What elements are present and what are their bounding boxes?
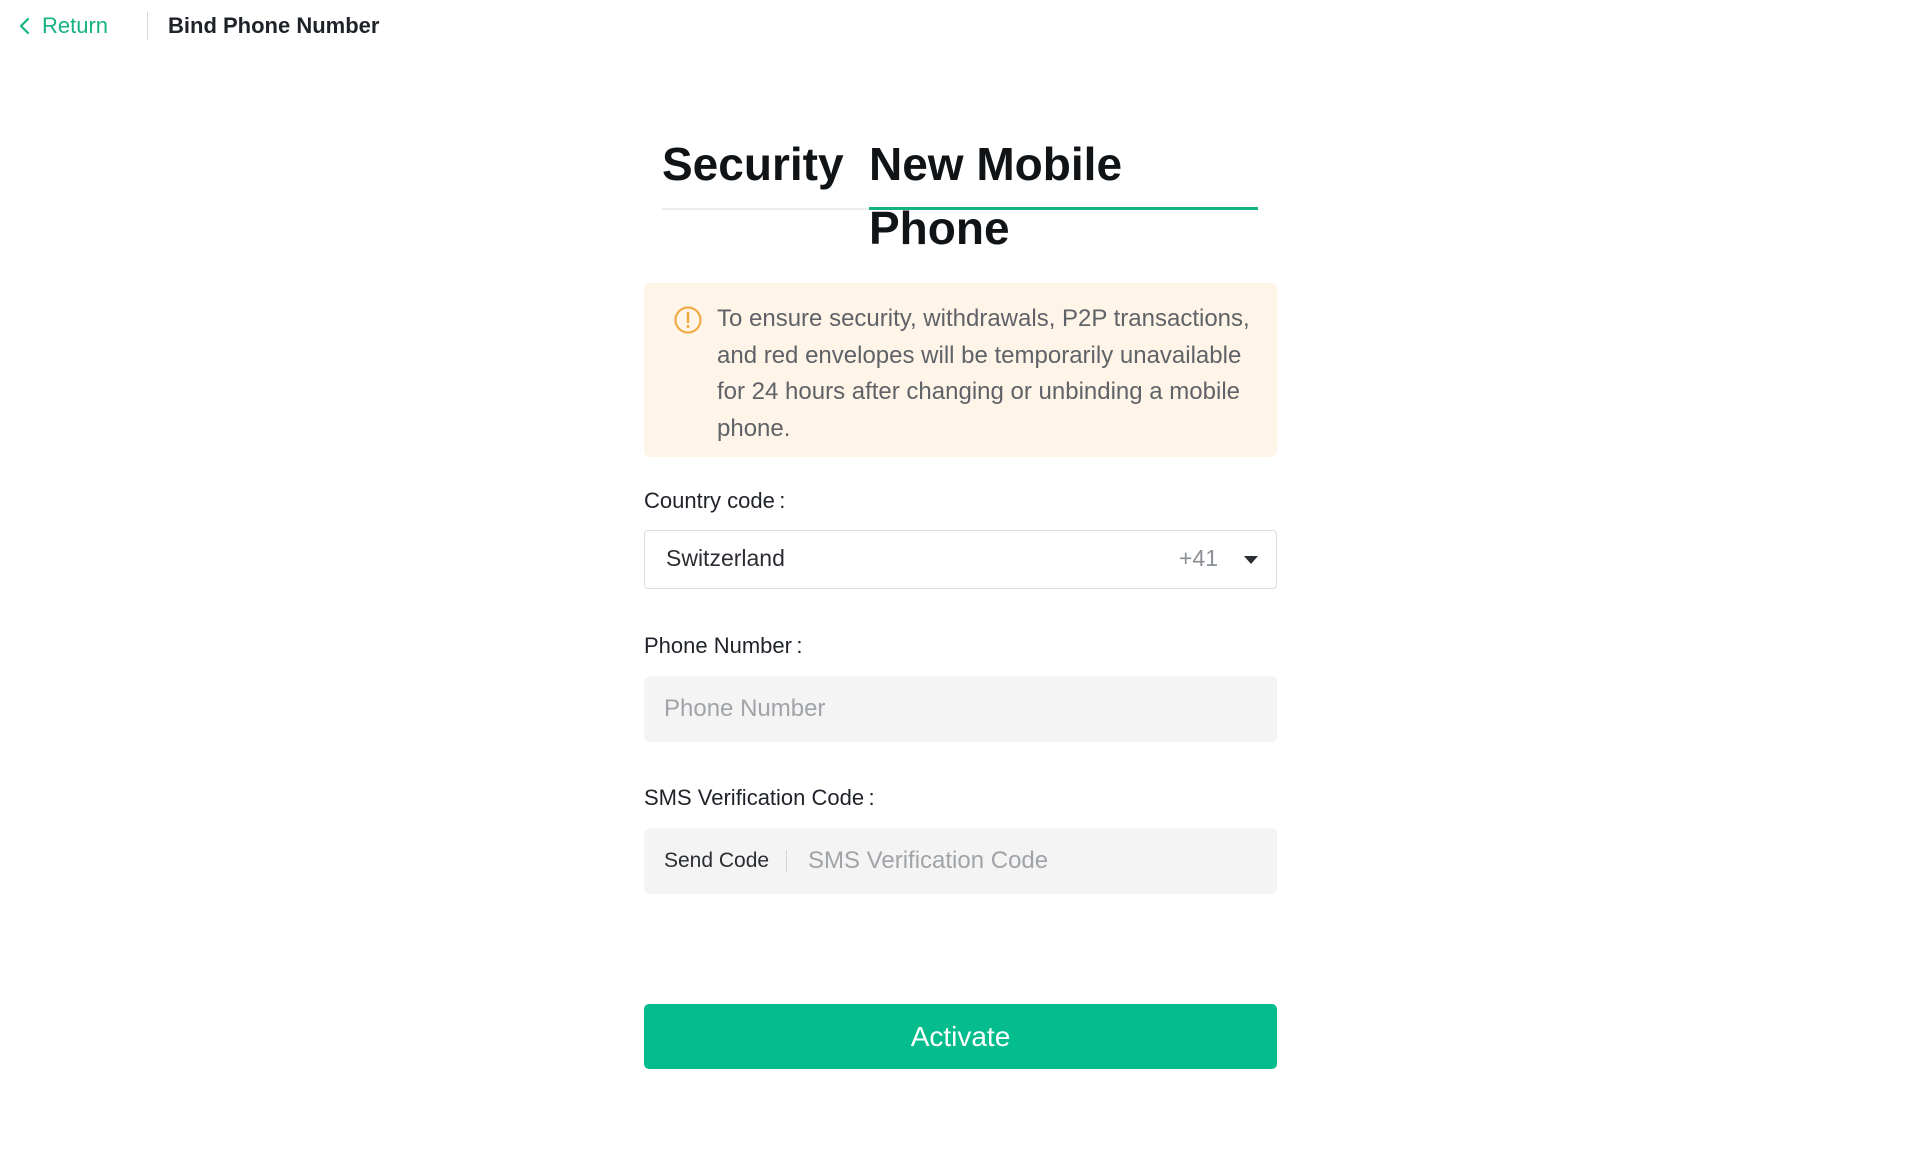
tab-new-mobile-phone[interactable]: New Mobile Phone <box>869 132 1258 254</box>
header-divider <box>147 12 148 40</box>
selected-country: Switzerland <box>666 545 785 571</box>
sms-code-field: Send Code <box>644 828 1277 894</box>
phone-number-field <box>644 676 1277 742</box>
warning-text: To ensure security, withdrawals, P2P tra… <box>717 305 1250 442</box>
tab-bar: Security New Mobile Phone <box>662 132 1258 254</box>
chevron-left-icon <box>19 17 30 35</box>
send-code-button[interactable]: Send Code <box>664 847 769 875</box>
tab-security[interactable]: Security <box>662 132 844 210</box>
sms-code-label: SMS Verification Code : <box>644 785 875 810</box>
page-title: Bind Phone Number <box>168 13 380 38</box>
return-button[interactable]: Return <box>18 10 108 42</box>
return-label: Return <box>42 13 109 38</box>
phone-number-label: Phone Number : <box>644 633 803 658</box>
top-bar: Return Bind Phone Number <box>0 0 1920 52</box>
caret-down-icon <box>1244 556 1258 564</box>
country-code-label: Country code : <box>644 488 786 513</box>
country-code-select[interactable]: Switzerland +41 <box>644 530 1277 589</box>
sms-code-input[interactable] <box>808 828 1258 894</box>
activate-button[interactable]: Activate <box>644 1004 1277 1069</box>
active-tab-indicator <box>869 207 1258 210</box>
sms-divider <box>786 850 787 872</box>
phone-number-input[interactable] <box>664 676 1254 742</box>
selected-country-code: +41 <box>1178 545 1218 571</box>
warning-notice: To ensure security, withdrawals, P2P tra… <box>644 283 1277 457</box>
exclamation-circle-icon <box>674 306 702 334</box>
